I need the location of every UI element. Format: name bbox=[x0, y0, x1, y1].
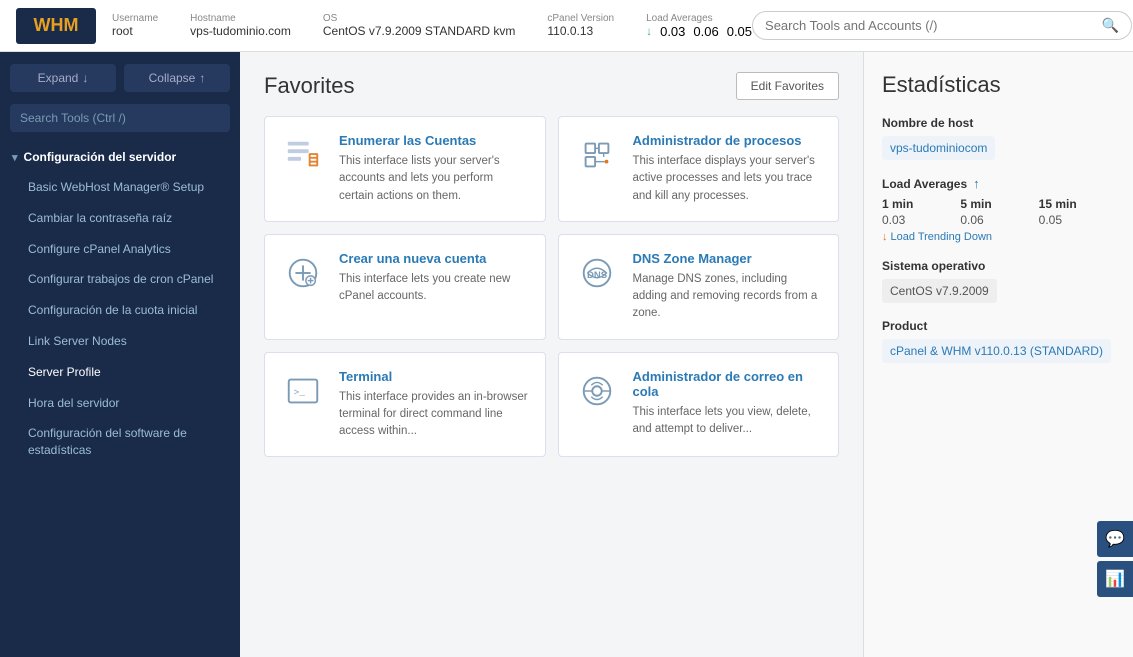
hostname-label: Nombre de host bbox=[882, 116, 1115, 130]
favorites-header: Favorites Edit Favorites bbox=[264, 72, 839, 100]
top-bar-right: 🔍 🔔 👤 bbox=[752, 9, 1133, 43]
correo-icon bbox=[575, 369, 619, 413]
edit-favorites-button[interactable]: Edit Favorites bbox=[736, 72, 839, 100]
favorites-grid: Enumerar las Cuentas This interface list… bbox=[264, 116, 839, 457]
main-layout: Expand ↓ Collapse ↑ ▾ Configuración del … bbox=[0, 52, 1133, 657]
terminal-body: Terminal This interface provides an in-b… bbox=[339, 369, 529, 441]
procesos-icon bbox=[575, 133, 619, 177]
os-label: Sistema operativo bbox=[882, 259, 1115, 273]
fav-card-procesos[interactable]: Administrador de procesos This interface… bbox=[558, 116, 840, 222]
load-15-header: 15 min bbox=[1039, 197, 1115, 211]
correo-desc: This interface lets you view, delete, an… bbox=[633, 404, 823, 439]
whm-logo: WHM bbox=[16, 8, 96, 44]
sidebar-search-input[interactable] bbox=[10, 104, 230, 132]
crear-cuenta-title: Crear una nueva cuenta bbox=[339, 251, 529, 266]
os-value: CentOS v7.9.2009 bbox=[882, 279, 997, 303]
load-5-stat: 0.06 bbox=[960, 213, 1036, 227]
sidebar-actions: Expand ↓ Collapse ↑ bbox=[0, 52, 240, 104]
terminal-title: Terminal bbox=[339, 369, 529, 384]
procesos-desc: This interface displays your server's ac… bbox=[633, 153, 823, 205]
crear-cuenta-desc: This interface lets you create new cPane… bbox=[339, 271, 529, 306]
product-section: Product cPanel & WHM v110.0.13 (STANDARD… bbox=[882, 319, 1115, 363]
sidebar-item-configurar-cron[interactable]: Configurar trabajos de cron cPanel bbox=[0, 264, 240, 295]
enumerar-title: Enumerar las Cuentas bbox=[339, 133, 529, 148]
fav-card-correo[interactable]: Administrador de correo en cola This int… bbox=[558, 352, 840, 458]
hostname-meta: Hostname vps-tudominio.com bbox=[190, 13, 291, 39]
chevron-down-icon: ▾ bbox=[12, 151, 18, 164]
load-avg-meta: Load Averages ↓ 0.03 0.06 0.05 bbox=[646, 13, 752, 39]
expand-button[interactable]: Expand ↓ bbox=[10, 64, 116, 92]
fav-card-crear-cuenta[interactable]: Crear una nueva cuenta This interface le… bbox=[264, 234, 546, 340]
sidebar-item-hora-servidor[interactable]: Hora del servidor bbox=[0, 388, 240, 419]
load-trending: ↓ Load Trending Down bbox=[882, 231, 1115, 243]
enumerar-desc: This interface lists your server's accou… bbox=[339, 153, 529, 205]
terminal-icon: >_ bbox=[281, 369, 325, 413]
main-content: Favorites Edit Favorites bbox=[240, 52, 863, 657]
procesos-title: Administrador de procesos bbox=[633, 133, 823, 148]
hostname-value: vps-tudominiocom bbox=[882, 136, 995, 160]
load-avg-label: Load Averages bbox=[882, 177, 967, 191]
product-value: cPanel & WHM v110.0.13 (STANDARD) bbox=[882, 339, 1111, 363]
sidebar-nav: ▾ Configuración del servidor Basic WebHo… bbox=[0, 142, 240, 657]
procesos-body: Administrador de procesos This interface… bbox=[633, 133, 823, 205]
sidebar-item-link-server[interactable]: Link Server Nodes bbox=[0, 326, 240, 357]
load-avg-up-icon: ↑ bbox=[973, 176, 980, 191]
load-5-value: 0.06 bbox=[693, 24, 718, 39]
dns-icon: DNS bbox=[575, 251, 619, 295]
load-15-stat: 0.05 bbox=[1039, 213, 1115, 227]
global-search-box[interactable]: 🔍 bbox=[752, 11, 1132, 40]
dns-title: DNS Zone Manager bbox=[633, 251, 823, 266]
content-area: Favorites Edit Favorites bbox=[240, 52, 1133, 657]
favorites-title: Favorites bbox=[264, 73, 354, 99]
global-search-input[interactable] bbox=[765, 18, 1102, 33]
svg-text:>_: >_ bbox=[294, 386, 306, 397]
load-1-stat: 0.03 bbox=[882, 213, 958, 227]
dns-body: DNS Zone Manager Manage DNS zones, inclu… bbox=[633, 251, 823, 323]
load-1-value: 0.03 bbox=[660, 24, 685, 39]
load-15-value: 0.05 bbox=[727, 24, 752, 39]
chart-float-button[interactable]: 📊 bbox=[1097, 561, 1133, 597]
fav-card-terminal[interactable]: >_ Terminal This interface provides an i… bbox=[264, 352, 546, 458]
username-meta: Username root bbox=[112, 13, 158, 39]
trending-down-icon: ↓ bbox=[882, 231, 888, 243]
product-label: Product bbox=[882, 319, 1115, 333]
global-search-button[interactable]: 🔍 bbox=[1102, 17, 1119, 34]
sidebar-search-container bbox=[0, 104, 240, 142]
hostname-section: Nombre de host vps-tudominiocom bbox=[882, 116, 1115, 160]
fav-card-enumerar[interactable]: Enumerar las Cuentas This interface list… bbox=[264, 116, 546, 222]
collapse-button[interactable]: Collapse ↑ bbox=[124, 64, 230, 92]
load-1-header: 1 min bbox=[882, 197, 958, 211]
sidebar-item-server-profile[interactable]: Server Profile bbox=[0, 357, 240, 388]
crear-cuenta-body: Crear una nueva cuenta This interface le… bbox=[339, 251, 529, 306]
stats-panel: Estadísticas Nombre de host vps-tudomini… bbox=[863, 52, 1133, 657]
float-right-buttons: 💬 📊 bbox=[1097, 521, 1133, 597]
sidebar-item-software-estadisticas[interactable]: Configuración del software de estadístic… bbox=[0, 418, 240, 466]
load-down-icon: ↓ bbox=[646, 24, 652, 38]
correo-body: Administrador de correo en cola This int… bbox=[633, 369, 823, 439]
sidebar: Expand ↓ Collapse ↑ ▾ Configuración del … bbox=[0, 52, 240, 657]
terminal-desc: This interface provides an in-browser te… bbox=[339, 389, 529, 441]
correo-title: Administrador de correo en cola bbox=[633, 369, 823, 399]
top-bar: WHM Username root Hostname vps-tudominio… bbox=[0, 0, 1133, 52]
chat-float-button[interactable]: 💬 bbox=[1097, 521, 1133, 557]
fav-card-dns[interactable]: DNS DNS Zone Manager Manage DNS zones, i… bbox=[558, 234, 840, 340]
sidebar-item-cambiar-contrasena[interactable]: Cambiar la contraseña raíz bbox=[0, 203, 240, 234]
os-section: Sistema operativo CentOS v7.9.2009 bbox=[882, 259, 1115, 303]
os-meta: OS CentOS v7.9.2009 STANDARD kvm bbox=[323, 13, 516, 39]
enumerar-body: Enumerar las Cuentas This interface list… bbox=[339, 133, 529, 205]
server-meta: Username root Hostname vps-tudominio.com… bbox=[112, 13, 752, 39]
enumerar-icon bbox=[281, 133, 325, 177]
sidebar-item-basic-webhost[interactable]: Basic WebHost Manager® Setup bbox=[0, 172, 240, 203]
load-avg-section: Load Averages ↑ 1 min 5 min 15 min 0.03 … bbox=[882, 176, 1115, 243]
load-5-header: 5 min bbox=[960, 197, 1036, 211]
cpanel-version-meta: cPanel Version 110.0.13 bbox=[547, 13, 614, 39]
crear-cuenta-icon bbox=[281, 251, 325, 295]
sidebar-item-cuota-inicial[interactable]: Configuración de la cuota inicial bbox=[0, 295, 240, 326]
dns-desc: Manage DNS zones, including adding and r… bbox=[633, 271, 823, 323]
stats-title: Estadísticas bbox=[882, 72, 1115, 98]
sidebar-section-configuracion[interactable]: ▾ Configuración del servidor bbox=[0, 142, 240, 172]
sidebar-item-configure-cpanel[interactable]: Configure cPanel Analytics bbox=[0, 234, 240, 265]
